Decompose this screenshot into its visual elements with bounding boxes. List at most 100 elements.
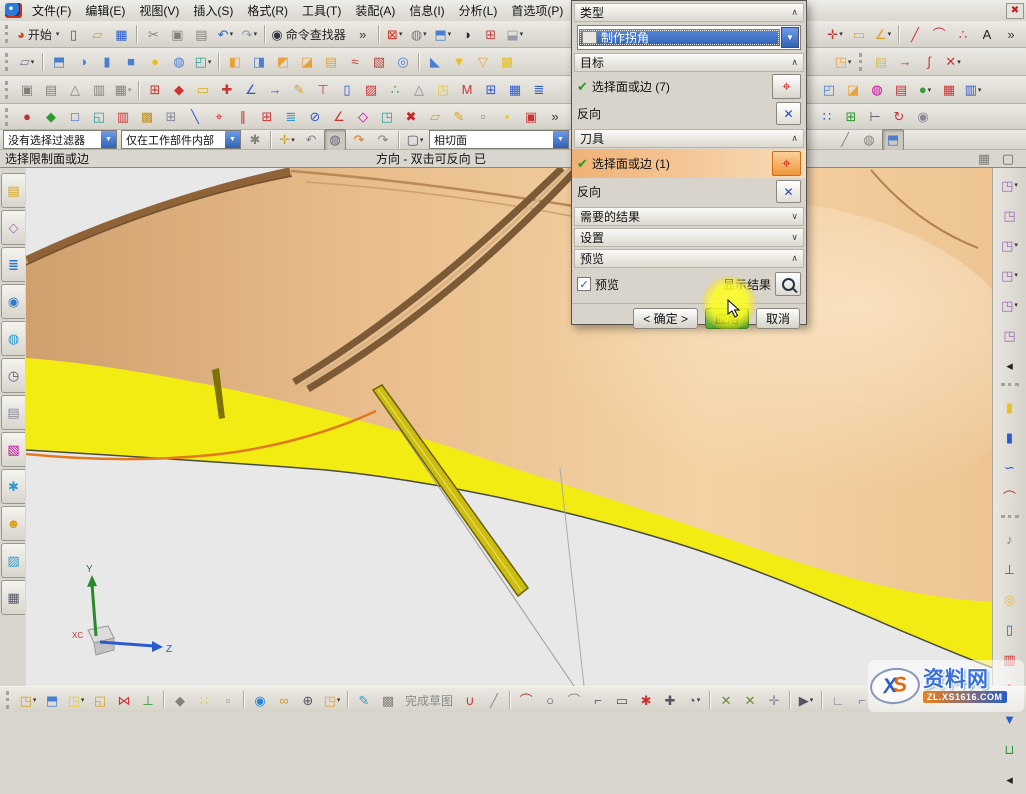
ring-button[interactable]: ◎ [996, 585, 1023, 613]
paste-button[interactable]: ▤ [190, 23, 212, 45]
clip-section-button[interactable]: ⊘ [304, 106, 326, 128]
datum-axis-button[interactable]: ✛▾ [824, 23, 846, 45]
menu-edit[interactable]: 编辑(E) [78, 0, 132, 21]
rectangle-select-button[interactable]: ▢▾ [404, 129, 426, 151]
styled-surface-button[interactable]: ◍ [866, 79, 888, 101]
pull-face-button[interactable]: ◳ [996, 201, 1023, 229]
chevron-up-icon[interactable]: ∧ [791, 7, 798, 18]
edge-blend-button[interactable]: ◣ [424, 51, 446, 73]
view-cube-button[interactable]: ⬓▾ [504, 23, 526, 45]
angle-k-button[interactable]: ∠ [328, 106, 350, 128]
dropdown-arrow-icon[interactable]: ▼ [553, 131, 568, 148]
gallery-tab[interactable]: ▨ [1, 543, 25, 578]
sketch-line-button[interactable]: ╱ [483, 689, 505, 711]
t-corner-button[interactable]: ⊢ [864, 106, 886, 128]
measure-button[interactable]: ▭ [192, 79, 214, 101]
pink-cubes-button[interactable]: ◇ [352, 106, 374, 128]
delete-face-button[interactable]: ◳▾ [996, 291, 1023, 319]
menu-assemblies[interactable]: 装配(A) [348, 0, 402, 21]
group-collapse-arrow[interactable]: ◂ [996, 351, 1023, 379]
sheet-button[interactable]: ▤ [320, 51, 342, 73]
image-grid-button[interactable]: ▨ [360, 79, 382, 101]
line-display-button[interactable]: ╲ [184, 106, 206, 128]
triangle-button[interactable]: △ [408, 79, 430, 101]
overflow-chevron[interactable]: » [1000, 23, 1022, 45]
new-file-button[interactable]: ▯ [62, 23, 84, 45]
overflow-chevron[interactable]: » [352, 23, 374, 45]
replace-face-button[interactable]: ◳▾ [996, 261, 1023, 289]
rotate-orange-button[interactable]: ↷ [348, 129, 370, 151]
angle-analysis-button[interactable]: ∠ [240, 79, 262, 101]
rotate-gray-button[interactable]: ↷ [372, 129, 394, 151]
text-tool[interactable]: A [976, 23, 998, 45]
pattern-face-button[interactable]: ∷ [816, 106, 838, 128]
joint-curve-button[interactable]: ∫ [918, 51, 940, 73]
magnifier-button[interactable]: ◉ [912, 106, 934, 128]
sketch-ellipse-button[interactable]: ◔▾ [683, 689, 705, 711]
shell-button[interactable]: ◳▾ [832, 51, 854, 73]
brush-button[interactable]: ✎ [448, 106, 470, 128]
point-analysis-button[interactable]: ✚ [216, 79, 238, 101]
rendering-style-button[interactable]: ◍▾ [408, 23, 430, 45]
dropdown-arrow-icon[interactable]: ▼ [781, 27, 799, 48]
orient-view-button[interactable]: ⊠▾ [384, 23, 406, 45]
small-yellow-cube-button[interactable]: ▪ [496, 106, 518, 128]
undo-button[interactable]: ↶▾ [214, 23, 236, 45]
move-component-button[interactable]: ◱ [89, 689, 111, 711]
toolbar-grip[interactable] [6, 691, 12, 709]
curve-arrow-button[interactable]: → [894, 51, 916, 73]
shaded-cube-button[interactable]: ⬒ [882, 129, 904, 151]
show-component-button[interactable]: ◳▾ [65, 689, 87, 711]
section-result[interactable]: 需要的结果 ∨ [574, 207, 804, 226]
chevron-down-icon[interactable]: ∨ [791, 232, 798, 243]
through-curves-button[interactable]: ▤ [890, 79, 912, 101]
toolbar-grip[interactable] [5, 25, 11, 43]
overflow-chevron[interactable]: » [544, 106, 566, 128]
degrees-of-freedom-button[interactable]: ⊥ [137, 689, 159, 711]
section-settings[interactable]: 设置 ∨ [574, 228, 804, 247]
offset-region-button[interactable]: ◳▾ [996, 231, 1023, 259]
rgb-button[interactable]: ∴ [384, 79, 406, 101]
grid-button[interactable]: ▦ [504, 79, 526, 101]
redo-button[interactable]: ↷▾ [238, 23, 260, 45]
red-grid-button[interactable]: ⊞ [256, 106, 278, 128]
tool-select-button[interactable]: ⌖ [772, 151, 801, 176]
edit-sheet-button[interactable]: ▤ [870, 51, 892, 73]
filter-arrow-button[interactable]: ▶▾ [795, 689, 817, 711]
face-blend-button[interactable]: ▼ [448, 51, 470, 73]
window-close-button[interactable]: ✖ [1006, 3, 1024, 19]
delete-button[interactable]: ✖ [400, 106, 422, 128]
document-button[interactable]: ▯ [336, 79, 358, 101]
selection-filter-combo[interactable]: 没有选择过滤器 ▼ [3, 130, 117, 149]
trim-button[interactable]: ✕ [715, 689, 737, 711]
extend-button[interactable]: ✕ [739, 689, 761, 711]
toolbar-grip[interactable] [5, 108, 11, 126]
sphere-button[interactable]: ● [144, 51, 166, 73]
cavity-button[interactable]: ⊔ [996, 735, 1023, 763]
status-box-icon[interactable]: ▢ [997, 148, 1019, 170]
finish-sketch-label[interactable]: 完成草图 [401, 689, 457, 711]
info-tab[interactable]: ◉ [1, 284, 25, 319]
note-button[interactable]: ♪ [996, 525, 1023, 553]
assembly-navigator-tab[interactable]: ▤ [1, 173, 25, 208]
column-button[interactable]: ▯ [996, 615, 1023, 643]
electrode-button[interactable]: ⊥ [996, 555, 1023, 583]
menu-file[interactable]: 文件(F) [25, 0, 78, 21]
menu-information[interactable]: 信息(I) [402, 0, 451, 21]
edit-display-button[interactable]: ● [16, 106, 38, 128]
ok-button[interactable]: < 确定 > [633, 308, 698, 329]
sweep-button[interactable]: ≈ [344, 51, 366, 73]
model-canvas[interactable]: Y Z XC [26, 168, 993, 686]
drafting-4[interactable]: ▥ [88, 79, 110, 101]
line-tool[interactable]: ╱ [904, 23, 926, 45]
interpart-link-button[interactable]: ⊕ [297, 689, 319, 711]
target-select-row[interactable]: ✔ 选择面或边 (7) ⌖ [572, 73, 806, 100]
revolve-button[interactable]: ◑ [72, 51, 94, 73]
section-tool[interactable]: 刀具 ∧ [574, 129, 804, 148]
toolbar-grip[interactable] [1001, 515, 1019, 521]
grid-green-button[interactable]: ⊞ [840, 106, 862, 128]
color-ball-button[interactable]: ●▾ [914, 79, 936, 101]
tool-reverse-button[interactable]: ✕ [776, 180, 801, 203]
visualization-tab[interactable]: ▧ [1, 432, 25, 467]
deviation-button[interactable]: ◆ [168, 79, 190, 101]
